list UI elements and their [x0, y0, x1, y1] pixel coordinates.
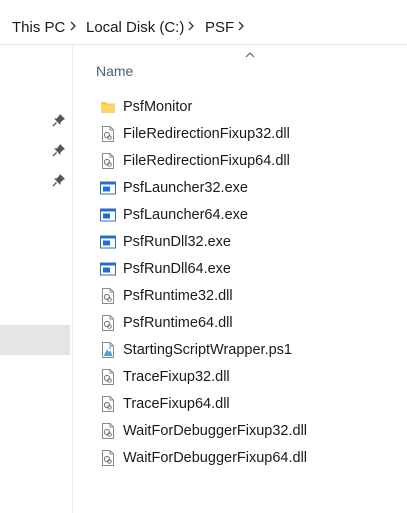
file-name: WaitForDebuggerFixup64.dll — [123, 450, 308, 466]
file-name: WaitForDebuggerFixup32.dll — [123, 423, 308, 439]
column-header-name[interactable]: Name — [96, 63, 133, 79]
file-row[interactable]: FileRedirectionFixup64.dll — [96, 148, 396, 175]
file-name: PsfRuntime32.dll — [123, 288, 233, 304]
file-name: PsfLauncher64.exe — [123, 207, 248, 223]
file-row[interactable]: StartingScriptWrapper.ps1 — [96, 337, 396, 364]
exe-file-icon — [99, 260, 117, 278]
file-row[interactable]: PsfRunDll64.exe — [96, 256, 396, 283]
file-row[interactable]: PsfLauncher32.exe — [96, 175, 396, 202]
file-row[interactable]: WaitForDebuggerFixup32.dll — [96, 418, 396, 445]
folder-icon — [99, 98, 117, 116]
breadcrumb-local-disk[interactable]: Local Disk (C:) — [86, 19, 184, 36]
file-name: PsfLauncher32.exe — [123, 180, 248, 196]
breadcrumb-this-pc[interactable]: This PC — [12, 19, 65, 36]
pin-icon[interactable] — [52, 113, 66, 127]
chevron-right-icon[interactable] — [236, 18, 246, 34]
dll-file-icon — [99, 287, 117, 305]
file-row[interactable]: PsfRuntime32.dll — [96, 283, 396, 310]
chevron-right-icon[interactable] — [186, 18, 196, 34]
file-row[interactable]: FileRedirectionFixup32.dll — [96, 121, 396, 148]
file-name: PsfRunDll32.exe — [123, 234, 231, 250]
file-name: PsfRuntime64.dll — [123, 315, 233, 331]
sort-ascending-icon — [245, 52, 255, 58]
file-row[interactable]: PsfRunDll32.exe — [96, 229, 396, 256]
exe-file-icon — [99, 206, 117, 224]
file-row[interactable]: PsfMonitor — [96, 94, 396, 121]
file-name: TraceFixup32.dll — [123, 369, 230, 385]
file-name: StartingScriptWrapper.ps1 — [123, 342, 292, 358]
dll-file-icon — [99, 152, 117, 170]
file-row[interactable]: PsfRuntime64.dll — [96, 310, 396, 337]
powershell-script-icon — [99, 341, 117, 359]
breadcrumb-psf[interactable]: PSF — [205, 19, 234, 36]
dll-file-icon — [99, 449, 117, 467]
dll-file-icon — [99, 314, 117, 332]
file-name: FileRedirectionFixup32.dll — [123, 126, 290, 142]
nav-item-selected[interactable] — [0, 325, 70, 355]
dll-file-icon — [99, 395, 117, 413]
exe-file-icon — [99, 233, 117, 251]
dll-file-icon — [99, 368, 117, 386]
navigation-pane[interactable] — [0, 45, 73, 513]
address-bar[interactable]: This PC Local Disk (C:) PSF — [0, 0, 407, 45]
file-row[interactable]: WaitForDebuggerFixup64.dll — [96, 445, 396, 472]
pin-icon[interactable] — [52, 143, 66, 157]
file-name: TraceFixup64.dll — [123, 396, 230, 412]
file-name: PsfRunDll64.exe — [123, 261, 231, 277]
file-row[interactable]: TraceFixup64.dll — [96, 391, 396, 418]
dll-file-icon — [99, 422, 117, 440]
file-name: FileRedirectionFixup64.dll — [123, 153, 290, 169]
file-row[interactable]: TraceFixup32.dll — [96, 364, 396, 391]
chevron-right-icon[interactable] — [68, 18, 78, 34]
dll-file-icon — [99, 125, 117, 143]
pin-icon[interactable] — [52, 173, 66, 187]
exe-file-icon — [99, 179, 117, 197]
file-name: PsfMonitor — [123, 99, 193, 115]
file-row[interactable]: PsfLauncher64.exe — [96, 202, 396, 229]
